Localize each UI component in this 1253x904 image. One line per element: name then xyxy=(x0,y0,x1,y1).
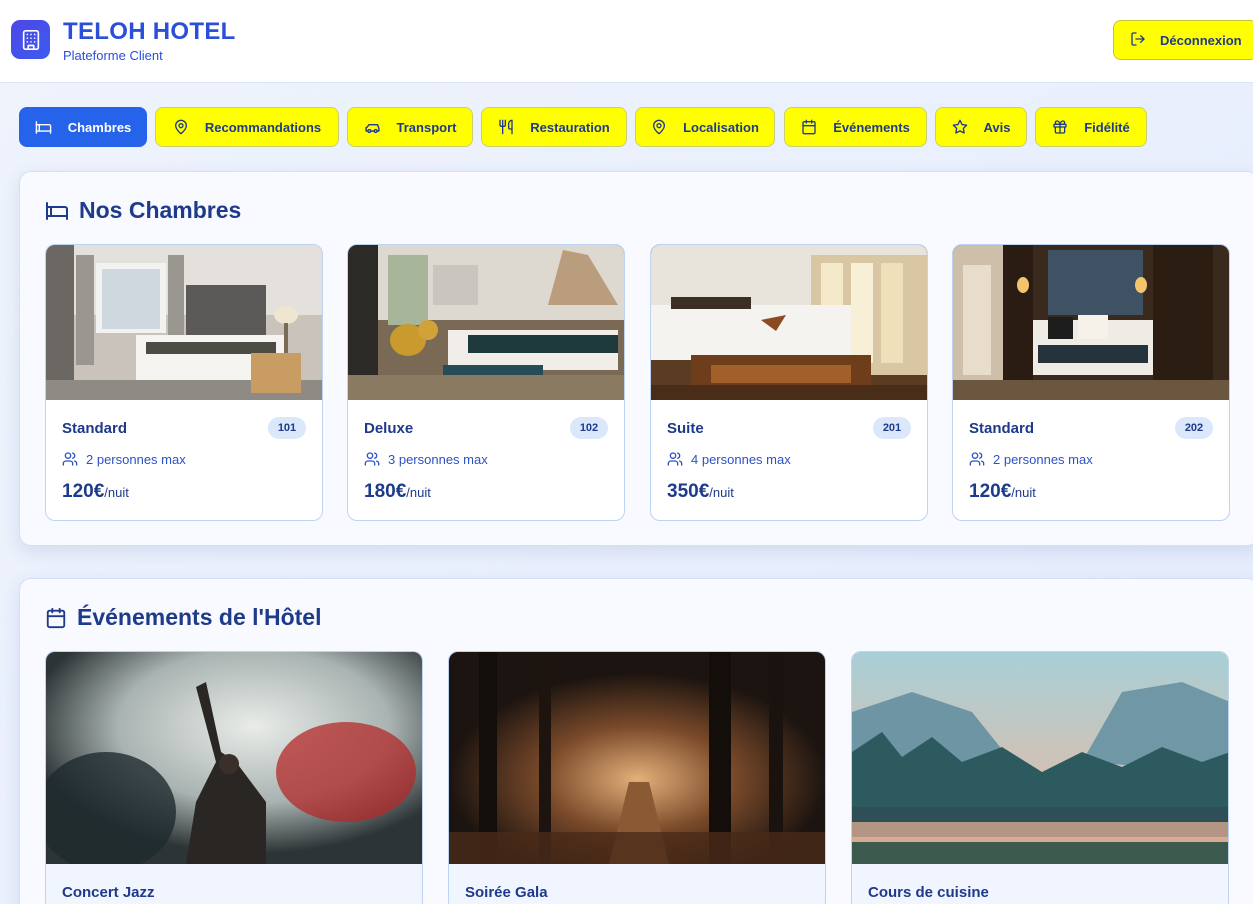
room-price-value: 120€ xyxy=(62,481,105,502)
calendar-icon xyxy=(802,119,816,135)
building-icon xyxy=(11,20,50,59)
room-capacity-text: 2 personnes max xyxy=(993,451,1093,467)
room-price-unit: /nuit xyxy=(406,485,431,500)
tab-chambres[interactable]: Chambres xyxy=(19,107,147,147)
car-icon xyxy=(364,123,380,133)
event-photo xyxy=(449,652,825,864)
logout-icon xyxy=(1130,31,1146,50)
room-number-badge: 201 xyxy=(873,417,911,439)
event-name: Cours de cuisine xyxy=(868,884,989,901)
event-card[interactable]: Concert Jazz xyxy=(45,651,423,904)
bed-icon xyxy=(46,201,68,220)
tab-restauration[interactable]: Restauration xyxy=(481,107,627,147)
tab-label: Localisation xyxy=(683,119,759,135)
room-type: Standard xyxy=(62,420,128,437)
brand-subtitle: Plateforme Client xyxy=(63,48,163,63)
room-price-unit: /nuit xyxy=(709,485,734,500)
room-price: 120€/nuit xyxy=(969,481,1036,503)
brand-title: TELOH HOTEL xyxy=(63,18,236,45)
users-icon xyxy=(62,452,78,466)
room-number-badge: 202 xyxy=(1175,417,1213,439)
room-card[interactable]: Standard 101 2 personnes max 120€/nuit xyxy=(45,244,323,521)
room-capacity-text: 3 personnes max xyxy=(388,451,488,467)
tab-label: Transport xyxy=(396,119,457,135)
event-card[interactable]: Cours de cuisine xyxy=(851,651,1229,904)
room-number-badge: 101 xyxy=(268,417,306,439)
app-header: TELOH HOTEL Plateforme Client Déconnexio… xyxy=(0,0,1253,83)
event-photo xyxy=(852,652,1228,864)
gift-icon xyxy=(1053,120,1067,134)
event-card[interactable]: Soirée Gala xyxy=(448,651,826,904)
room-type: Deluxe xyxy=(364,420,414,437)
room-price-unit: /nuit xyxy=(1011,485,1036,500)
events-panel: Événements de l'Hôtel Concert Jazz Soiré… xyxy=(19,578,1253,904)
room-price-unit: /nuit xyxy=(104,485,129,500)
room-capacity-text: 2 personnes max xyxy=(86,451,186,467)
room-price: 180€/nuit xyxy=(364,481,431,503)
room-photo xyxy=(651,245,927,400)
tab-evenements[interactable]: Événements xyxy=(784,107,927,147)
room-card[interactable]: Deluxe 102 3 personnes max 180€/nuit xyxy=(347,244,625,521)
event-name: Soirée Gala xyxy=(465,884,548,901)
room-price-value: 180€ xyxy=(364,481,407,502)
room-type: Suite xyxy=(667,420,704,437)
tab-label: Fidélité xyxy=(1084,119,1130,135)
room-photo xyxy=(46,245,322,400)
users-icon xyxy=(969,452,985,466)
tab-recommandations[interactable]: Recommandations xyxy=(155,107,339,147)
rooms-section-title: Nos Chambres xyxy=(45,197,241,224)
room-type: Standard xyxy=(969,420,1035,437)
tab-label: Événements xyxy=(833,119,910,135)
map-pin-icon xyxy=(174,119,187,135)
tab-label: Avis xyxy=(983,119,1011,135)
tab-label: Recommandations xyxy=(204,119,322,135)
tab-localisation[interactable]: Localisation xyxy=(635,107,775,147)
room-capacity-text: 4 personnes max xyxy=(691,451,791,467)
logout-label: Déconnexion xyxy=(1160,32,1242,48)
room-capacity: 4 personnes max xyxy=(667,451,791,467)
rooms-panel: Nos Chambres Standard 101 2 personnes ma… xyxy=(19,171,1253,546)
map-pin-icon xyxy=(653,119,666,135)
utensils-icon xyxy=(499,119,513,135)
room-price-value: 350€ xyxy=(667,481,710,502)
tab-fidelite[interactable]: Fidélité xyxy=(1035,107,1147,147)
event-name: Concert Jazz xyxy=(62,884,155,901)
room-capacity: 2 personnes max xyxy=(62,451,186,467)
room-capacity: 3 personnes max xyxy=(364,451,488,467)
room-photo xyxy=(953,245,1229,400)
tab-label: Restauration xyxy=(530,119,610,135)
room-price: 120€/nuit xyxy=(62,481,129,503)
events-title-text: Événements de l'Hôtel xyxy=(77,604,322,630)
tab-transport[interactable]: Transport xyxy=(347,107,473,147)
star-icon xyxy=(952,119,967,134)
tab-label: Chambres xyxy=(67,119,132,135)
tab-avis[interactable]: Avis xyxy=(935,107,1027,147)
room-price: 350€/nuit xyxy=(667,481,734,503)
room-number-badge: 102 xyxy=(570,417,608,439)
users-icon xyxy=(364,452,380,466)
room-photo xyxy=(348,245,624,400)
room-card[interactable]: Standard 202 2 personnes max 120€/nuit xyxy=(952,244,1230,521)
room-price-value: 120€ xyxy=(969,481,1012,502)
room-capacity: 2 personnes max xyxy=(969,451,1093,467)
event-photo xyxy=(46,652,422,864)
room-card[interactable]: Suite 201 4 personnes max 350€/nuit xyxy=(650,244,928,521)
rooms-title-text: Nos Chambres xyxy=(79,197,242,223)
logout-button[interactable]: Déconnexion xyxy=(1113,20,1253,60)
users-icon xyxy=(667,452,683,466)
bed-icon xyxy=(35,120,51,134)
calendar-icon xyxy=(46,607,66,628)
events-section-title: Événements de l'Hôtel xyxy=(45,604,322,631)
